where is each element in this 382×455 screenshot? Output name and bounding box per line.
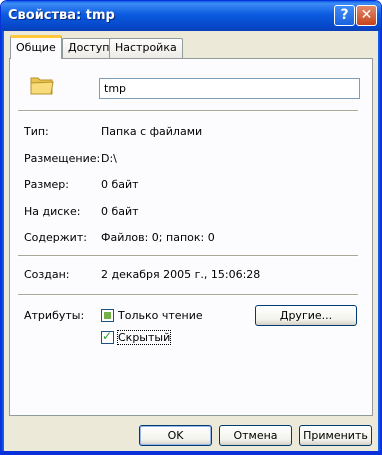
contains-label: Содержит: (24, 231, 87, 244)
window-frame-right (378, 31, 381, 454)
location-label: Размещение: (24, 152, 101, 165)
size-on-disk-value: 0 байт (101, 205, 139, 218)
attributes-label: Атрибуты: (24, 309, 85, 322)
readonly-checkbox[interactable] (101, 309, 114, 322)
tab-sharing[interactable]: Доступ (62, 38, 116, 58)
help-button[interactable]: ? (334, 5, 355, 26)
window-title: Свойства: tmp (8, 8, 115, 23)
folder-icon (30, 77, 54, 95)
title-bar[interactable]: Свойства: tmp ? ✕ (1, 1, 381, 31)
location-value: D:\ (101, 152, 117, 165)
size-value: 0 байт (101, 178, 139, 191)
hidden-checkbox-label[interactable]: Скрытый (116, 330, 172, 345)
created-value: 2 декабря 2005 г., 15:06:28 (101, 268, 261, 281)
general-tab-panel: Тип: Папка с файлами Размещение: D:\ Раз… (9, 58, 373, 416)
properties-dialog: Свойства: tmp ? ✕ Общие Доступ Настройка… (0, 0, 382, 455)
close-button[interactable]: ✕ (356, 5, 377, 26)
type-value: Папка с файлами (101, 125, 203, 138)
size-label: Размер: (24, 178, 69, 191)
advanced-button[interactable]: Другие... (255, 305, 357, 326)
checkmark-icon: ✓ (102, 329, 113, 343)
separator (18, 294, 358, 296)
window-frame-left (1, 31, 4, 454)
hidden-checkbox[interactable]: ✓ (101, 329, 114, 344)
window-frame-bottom (1, 451, 381, 454)
contains-value: Файлов: 0; папок: 0 (101, 231, 215, 244)
type-label: Тип: (24, 125, 49, 138)
created-label: Создан: (24, 268, 70, 281)
cancel-button[interactable]: Отмена (219, 425, 292, 446)
apply-button[interactable]: Применить (299, 425, 372, 446)
separator (18, 255, 358, 257)
tab-customize[interactable]: Настройка (109, 38, 183, 58)
readonly-checkbox-label[interactable]: Только чтение (118, 309, 203, 322)
folder-name-input[interactable] (99, 78, 360, 99)
tab-general[interactable]: Общие (10, 35, 62, 59)
ok-button[interactable]: OK (139, 425, 212, 446)
separator (18, 110, 358, 112)
size-on-disk-label: На диске: (24, 205, 81, 218)
